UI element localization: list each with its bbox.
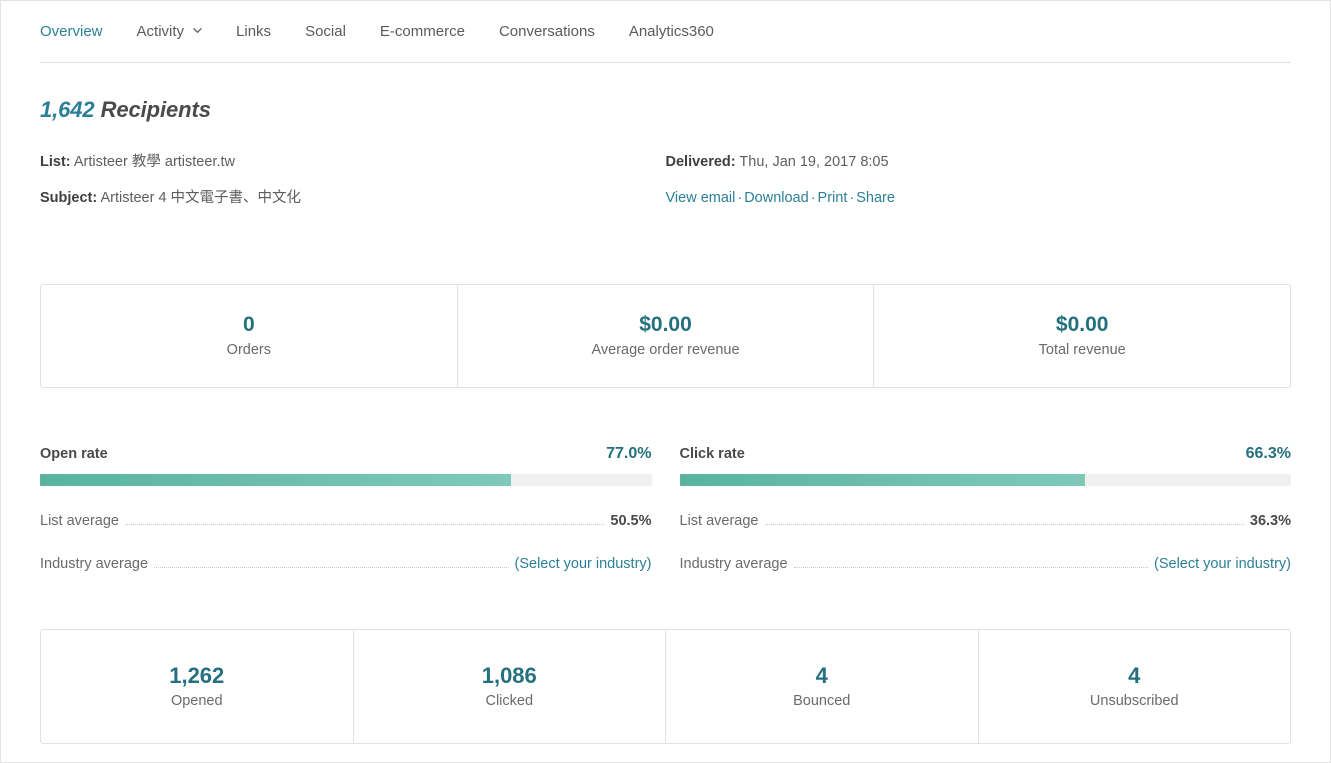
click-rate-industry-average-row: Industry average (Select your industry) (680, 556, 1292, 572)
stat-card-bounced[interactable]: 4 Bounced (666, 629, 979, 743)
engagement-stats-row: 1,262 Opened 1,086 Clicked 4 Bounced 4 U… (40, 628, 1291, 744)
open-rate-progress-fill (40, 473, 511, 486)
delivered-row: Delivered: Thu, Jan 19, 2017 8:05 (666, 153, 1292, 172)
average-order-revenue-value: $0.00 (639, 313, 692, 337)
open-rate-industry-average-row: Industry average (Select your industry) (40, 556, 652, 572)
ecommerce-stats-row: 0 Orders $0.00 Average order revenue $0.… (40, 283, 1291, 388)
clicked-label: Clicked (485, 693, 534, 710)
action-separator-3: · (849, 189, 855, 206)
open-rate-industry-average-label: Industry average (40, 555, 149, 572)
report-tab-bar: Overview Activity Links Social E-commerc… (40, 1, 1291, 63)
stat-card-clicked[interactable]: 1,086 Clicked (354, 629, 666, 743)
stat-card-opened[interactable]: 1,262 Opened (41, 629, 354, 743)
tab-links-label: Links (236, 23, 272, 40)
subject-value: Artisteer 4 中文電子書、中文化 (100, 189, 302, 206)
subject-row: Subject: Artisteer 4 中文電子書、中文化 (40, 189, 666, 208)
leader-dots (793, 566, 1148, 568)
tab-social[interactable]: Social (305, 24, 346, 39)
tab-social-label: Social (305, 23, 346, 40)
open-rate-percent: 77.0% (606, 444, 652, 462)
tab-overview[interactable]: Overview (40, 24, 103, 39)
subject-label: Subject: (40, 189, 98, 206)
orders-value: 0 (242, 313, 255, 337)
tab-conversations-label: Conversations (498, 23, 595, 40)
open-rate-header: Open rate 77.0% (40, 445, 652, 463)
stat-card-orders: 0 Orders (41, 284, 458, 387)
click-rate-progress-track (679, 473, 1291, 486)
click-rate-select-industry-link[interactable]: (Select your industry) (1154, 556, 1291, 572)
click-rate-list-average-row: List average 36.3% (680, 513, 1292, 529)
campaign-meta-grid: List: Artisteer 教學 artisteer.tw Subject:… (40, 153, 1291, 225)
leader-dots (154, 566, 509, 568)
clicked-value: 1,086 (481, 663, 537, 689)
total-revenue-label: Total revenue (1038, 342, 1126, 359)
open-rate-progress-track (40, 473, 652, 486)
open-rate-block: Open rate 77.0% List average 50.5% Indus… (40, 445, 652, 572)
recipients-word: Recipients (100, 97, 211, 122)
list-label: List: (40, 154, 71, 170)
campaign-actions: View email · Download · Print · Share (666, 189, 1292, 208)
stat-card-unsubscribed[interactable]: 4 Unsubscribed (979, 630, 1291, 743)
click-rate-list-average-label: List average (679, 512, 759, 529)
open-rate-list-average-label: List average (40, 512, 119, 529)
tab-activity[interactable]: Activity (137, 24, 203, 39)
tab-overview-label: Overview (40, 23, 103, 40)
delivered-value: Thu, Jan 19, 2017 8:05 (739, 154, 889, 170)
tab-analytics360[interactable]: Analytics360 (629, 24, 714, 39)
leader-dots (764, 523, 1244, 525)
share-link[interactable]: Share (856, 190, 895, 206)
recipients-count: 1,642 (40, 97, 95, 122)
tab-ecommerce[interactable]: E-commerce (380, 24, 465, 39)
click-rate-label: Click rate (679, 445, 745, 462)
open-rate-list-average-row: List average 50.5% (40, 513, 652, 529)
bounced-value: 4 (815, 663, 828, 689)
click-rate-header: Click rate 66.3% (680, 445, 1292, 463)
opened-label: Opened (170, 693, 223, 710)
campaign-report-page: Overview Activity Links Social E-commerc… (0, 0, 1331, 763)
stat-card-total-revenue: $0.00 Total revenue (874, 285, 1290, 387)
click-rate-industry-average-label: Industry average (679, 555, 788, 572)
list-row: List: Artisteer 教學 artisteer.tw (40, 153, 666, 172)
action-separator-1: · (737, 189, 743, 206)
click-rate-progress-fill (679, 473, 1085, 486)
campaign-summary-header: 1,642 Recipients List: Artisteer 教學 arti… (1, 63, 1330, 225)
open-rate-label: Open rate (40, 445, 108, 462)
click-rate-list-average-value: 36.3% (1249, 512, 1291, 529)
rates-section: Open rate 77.0% List average 50.5% Indus… (40, 445, 1291, 572)
unsubscribed-value: 4 (1128, 663, 1141, 689)
stat-card-average-order-revenue: $0.00 Average order revenue (458, 284, 875, 387)
campaign-meta-right: Delivered: Thu, Jan 19, 2017 8:05 View e… (666, 153, 1292, 225)
chevron-down-icon (193, 26, 202, 35)
tab-ecommerce-label: E-commerce (379, 23, 465, 40)
view-email-link[interactable]: View email (666, 190, 736, 206)
unsubscribed-label: Unsubscribed (1089, 693, 1179, 710)
print-link[interactable]: Print (818, 190, 848, 206)
download-link[interactable]: Download (744, 190, 809, 206)
click-rate-block: Click rate 66.3% List average 36.3% Indu… (679, 445, 1292, 572)
open-rate-select-industry-link[interactable]: (Select your industry) (515, 556, 652, 572)
tab-links[interactable]: Links (236, 24, 271, 39)
page-title: 1,642 Recipients (40, 97, 1291, 123)
average-order-revenue-label: Average order revenue (591, 342, 740, 359)
orders-label: Orders (226, 342, 271, 359)
action-separator-2: · (810, 189, 816, 206)
bounced-label: Bounced (793, 693, 851, 710)
click-rate-percent: 66.3% (1245, 444, 1291, 462)
tab-analytics360-label: Analytics360 (628, 23, 714, 40)
tab-activity-label: Activity (136, 23, 185, 40)
total-revenue-value: $0.00 (1055, 313, 1109, 337)
leader-dots (125, 523, 605, 525)
open-rate-list-average-value: 50.5% (610, 512, 652, 529)
opened-value: 1,262 (169, 663, 225, 689)
delivered-label: Delivered: (665, 154, 736, 170)
list-value: Artisteer 教學 artisteer.tw (73, 154, 235, 170)
tab-conversations[interactable]: Conversations (499, 24, 595, 39)
campaign-meta-left: List: Artisteer 教學 artisteer.tw Subject:… (40, 153, 666, 225)
